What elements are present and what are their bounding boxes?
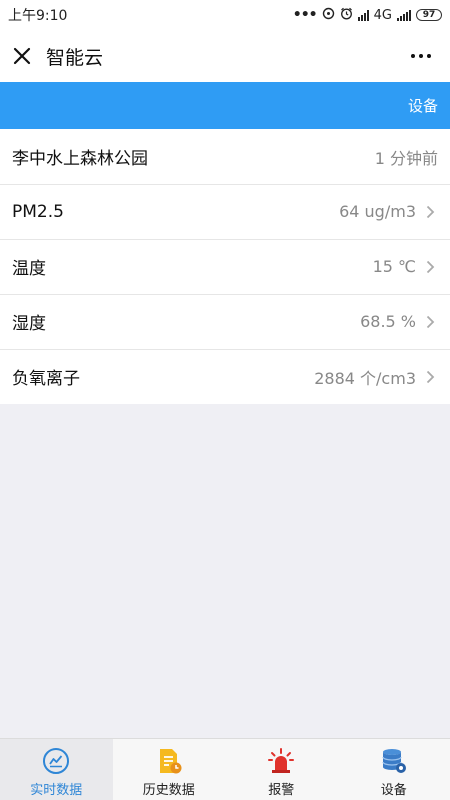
- reading-label: 负氧离子: [12, 369, 80, 389]
- chevron-right-icon: [422, 369, 438, 385]
- tab-label: 实时数据: [30, 783, 83, 798]
- location-row: 李中水上森林公园 1 分钟前: [0, 129, 450, 184]
- status-time: 上午9:10: [8, 8, 68, 24]
- chevron-right-icon: [422, 259, 438, 275]
- close-icon: [13, 47, 31, 65]
- reading-row-temperature[interactable]: 温度 15 ℃: [0, 239, 450, 294]
- title-bar: 智能云: [0, 30, 450, 82]
- battery-icon: 97: [416, 9, 442, 21]
- close-button[interactable]: [0, 30, 44, 82]
- signal-strength-icon: [397, 9, 411, 21]
- reading-row-humidity[interactable]: 湿度 68.5 %: [0, 294, 450, 349]
- alarm-siren-icon: [266, 746, 296, 776]
- reading-label: 湿度: [12, 314, 46, 334]
- reading-value: 15 ℃: [372, 257, 416, 276]
- page-title: 智能云: [46, 46, 104, 69]
- tab-label: 历史数据: [142, 783, 195, 798]
- battery-level: 97: [422, 10, 436, 20]
- location-name: 李中水上森林公园: [12, 149, 148, 169]
- reading-row-negative-ions[interactable]: 负氧离子 2884 个/cm3: [0, 349, 450, 404]
- tab-history-data[interactable]: 历史数据: [113, 739, 226, 800]
- tab-device[interactable]: 设备: [338, 739, 450, 800]
- reading-label: 温度: [12, 259, 46, 279]
- chevron-right-icon: [422, 204, 438, 220]
- network-type: 4G: [373, 7, 392, 23]
- device-database-icon: [379, 746, 409, 776]
- reading-row-pm25[interactable]: PM2.5 64 ug/m3: [0, 184, 450, 239]
- status-bar: 上午9:10 ••• 4G 97: [0, 0, 450, 30]
- realtime-chart-icon: [41, 746, 71, 776]
- tab-label: 报警: [268, 783, 295, 798]
- bottom-tab-bar: 实时数据 历史数据 报警 设备: [0, 738, 450, 800]
- device-link[interactable]: 设备: [408, 95, 438, 116]
- notification-dots-icon: •••: [292, 7, 318, 23]
- history-document-icon: [154, 746, 184, 776]
- tab-realtime-data[interactable]: 实时数据: [0, 739, 113, 800]
- reading-value: 2884 个/cm3: [314, 368, 416, 388]
- more-icon: [411, 54, 415, 58]
- readings-list: 李中水上森林公园 1 分钟前 PM2.5 64 ug/m3 温度 15 ℃ 湿度…: [0, 129, 450, 404]
- reading-value: 64 ug/m3: [339, 202, 416, 221]
- reading-label: PM2.5: [12, 201, 64, 222]
- chevron-right-icon: [422, 314, 438, 330]
- more-button[interactable]: [406, 44, 436, 68]
- tab-label: 设备: [380, 783, 407, 798]
- device-banner: 设备: [0, 82, 450, 129]
- hd-signal-icon: [357, 9, 369, 21]
- tab-alarm[interactable]: 报警: [225, 739, 338, 800]
- alarm-clock-icon: [340, 7, 353, 23]
- last-update-time: 1 分钟前: [374, 148, 438, 168]
- reading-value: 68.5 %: [360, 312, 416, 331]
- sync-icon: [322, 7, 335, 23]
